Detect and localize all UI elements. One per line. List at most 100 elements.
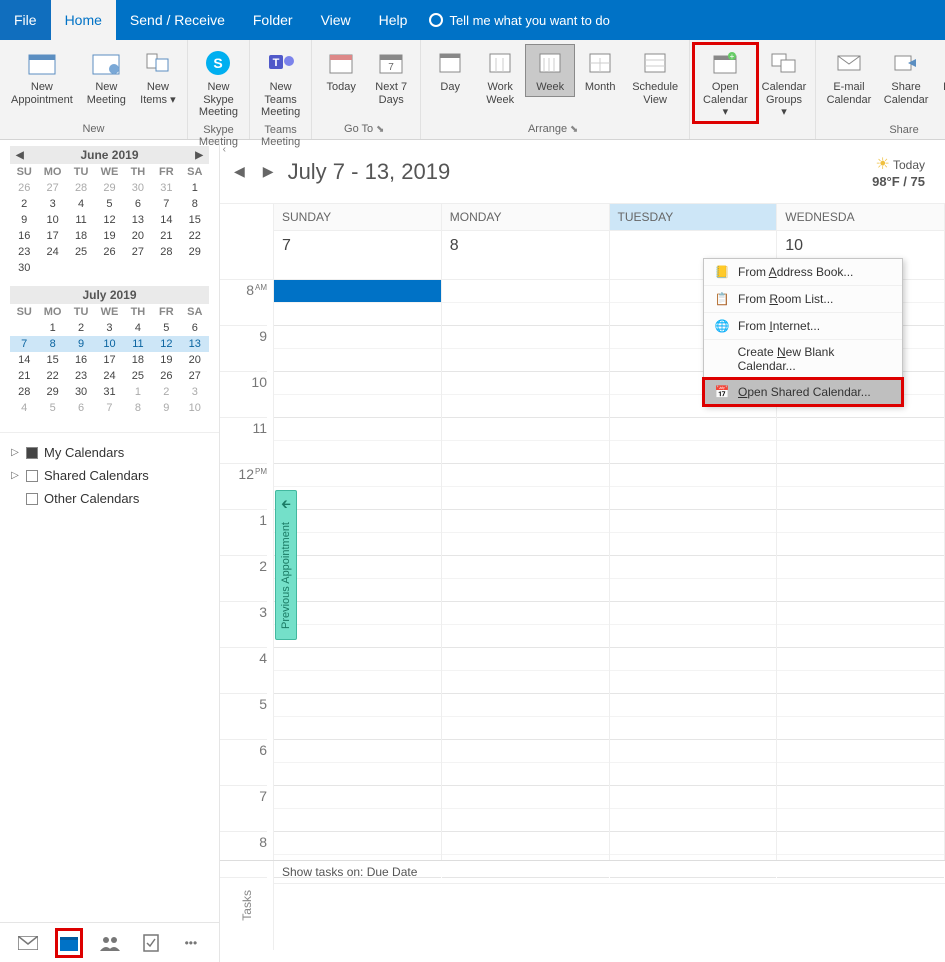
mini-day[interactable]: 26 xyxy=(152,368,180,384)
mini-day[interactable]: 15 xyxy=(38,352,66,368)
mini-day[interactable]: 2 xyxy=(67,320,95,336)
new-teams-meeting-button[interactable]: TNew Teams Meeting xyxy=(254,44,307,122)
time-slot[interactable] xyxy=(610,464,777,487)
time-slot[interactable] xyxy=(274,648,441,671)
mini-day[interactable]: 3 xyxy=(95,320,123,336)
time-slot[interactable] xyxy=(777,579,944,602)
mini-day[interactable]: 3 xyxy=(38,196,66,212)
time-slot[interactable] xyxy=(610,556,777,579)
mini-day[interactable]: 23 xyxy=(67,368,95,384)
mini-day[interactable]: 9 xyxy=(10,212,38,228)
next-month-icon[interactable]: ▶ xyxy=(193,150,205,161)
prev-month-icon[interactable]: ◀ xyxy=(14,150,26,161)
mini-day[interactable]: 6 xyxy=(124,196,152,212)
mini-day[interactable] xyxy=(38,260,66,276)
time-slot[interactable] xyxy=(274,510,441,533)
publish-online-button[interactable]: Publish Online ▾ xyxy=(935,44,945,122)
mini-day[interactable]: 27 xyxy=(124,244,152,260)
time-slot[interactable] xyxy=(777,648,944,671)
mini-day[interactable]: 7 xyxy=(95,400,123,416)
time-slot[interactable] xyxy=(610,510,777,533)
time-slot[interactable] xyxy=(274,280,441,303)
time-slot[interactable] xyxy=(610,441,777,464)
mini-day[interactable]: 28 xyxy=(152,244,180,260)
mini-day[interactable] xyxy=(124,260,152,276)
time-slot[interactable] xyxy=(610,740,777,763)
time-slot[interactable] xyxy=(274,395,441,418)
time-slot[interactable] xyxy=(442,579,609,602)
time-slot[interactable] xyxy=(777,740,944,763)
tab-file[interactable]: File xyxy=(0,0,51,40)
time-slot[interactable] xyxy=(274,717,441,740)
mini-day[interactable]: 7 xyxy=(152,196,180,212)
mini-day[interactable]: 21 xyxy=(152,228,180,244)
mini-day[interactable]: 29 xyxy=(38,384,66,400)
time-slot[interactable] xyxy=(442,625,609,648)
mini-day[interactable]: 12 xyxy=(152,336,180,352)
time-slot[interactable] xyxy=(777,832,944,855)
mini-day[interactable]: 10 xyxy=(181,400,209,416)
time-slot[interactable] xyxy=(610,809,777,832)
mini-day[interactable] xyxy=(67,260,95,276)
time-slot[interactable] xyxy=(274,763,441,786)
mini-day[interactable]: 13 xyxy=(124,212,152,228)
mini-day[interactable]: 30 xyxy=(67,384,95,400)
time-slot[interactable] xyxy=(442,487,609,510)
week-view-button[interactable]: Week xyxy=(525,44,575,97)
mini-day[interactable]: 11 xyxy=(124,336,152,352)
my-calendars-folder[interactable]: ▷My Calendars xyxy=(10,441,209,464)
time-slot[interactable] xyxy=(442,786,609,809)
time-slot[interactable] xyxy=(274,418,441,441)
mini-day[interactable]: 5 xyxy=(152,320,180,336)
mini-day[interactable]: 28 xyxy=(10,384,38,400)
time-slot[interactable] xyxy=(274,602,441,625)
time-slot[interactable] xyxy=(274,832,441,855)
time-slot[interactable] xyxy=(442,556,609,579)
time-slot[interactable] xyxy=(610,625,777,648)
time-slot[interactable] xyxy=(777,694,944,717)
mini-day[interactable]: 8 xyxy=(124,400,152,416)
schedule-view-button[interactable]: Schedule View xyxy=(625,44,685,109)
time-slot[interactable] xyxy=(777,464,944,487)
time-slot[interactable] xyxy=(442,441,609,464)
mini-day[interactable]: 21 xyxy=(10,368,38,384)
mini-day[interactable]: 27 xyxy=(181,368,209,384)
time-slot[interactable] xyxy=(442,671,609,694)
goto-dialog-launcher[interactable]: ⬊ xyxy=(373,124,388,137)
time-slot[interactable] xyxy=(610,487,777,510)
time-slot[interactable] xyxy=(777,763,944,786)
mini-day[interactable]: 19 xyxy=(152,352,180,368)
mini-day[interactable] xyxy=(181,260,209,276)
weather-widget[interactable]: ☀ Today 98°F / 75 xyxy=(872,154,935,189)
checkbox-icon[interactable] xyxy=(26,470,38,482)
mini-day[interactable]: 27 xyxy=(38,180,66,196)
mini-day[interactable]: 31 xyxy=(95,384,123,400)
time-slot[interactable] xyxy=(442,648,609,671)
mini-day[interactable]: 29 xyxy=(95,180,123,196)
prev-week-button[interactable]: ◀ xyxy=(230,163,249,180)
time-slot[interactable] xyxy=(274,671,441,694)
mini-day[interactable]: 18 xyxy=(124,352,152,368)
calendar-nav-icon[interactable] xyxy=(58,931,80,955)
workweek-view-button[interactable]: Work Week xyxy=(475,44,525,109)
time-slot[interactable] xyxy=(442,372,609,395)
tab-view[interactable]: View xyxy=(307,0,365,40)
tab-help[interactable]: Help xyxy=(365,0,422,40)
from-room-list-item[interactable]: 📋From Room List... xyxy=(704,286,902,313)
shared-calendars-folder[interactable]: ▷Shared Calendars xyxy=(10,464,209,487)
mini-day[interactable] xyxy=(10,320,38,336)
day-view-button[interactable]: Day xyxy=(425,44,475,97)
checkbox-icon[interactable] xyxy=(26,493,38,505)
time-slot[interactable] xyxy=(777,602,944,625)
mini-day[interactable]: 6 xyxy=(67,400,95,416)
open-shared-calendar-item[interactable]: 📅Open Shared Calendar... xyxy=(704,379,902,405)
time-slot[interactable] xyxy=(442,809,609,832)
new-appointment-button[interactable]: New Appointment xyxy=(4,44,80,109)
share-calendar-button[interactable]: Share Calendar xyxy=(878,44,935,109)
month-view-button[interactable]: Month xyxy=(575,44,625,97)
open-calendar-button[interactable]: +Open Calendar ▾ xyxy=(694,44,757,122)
time-slot[interactable] xyxy=(442,418,609,441)
mini-day[interactable]: 7 xyxy=(10,336,38,352)
time-slot[interactable] xyxy=(610,579,777,602)
mini-day[interactable]: 4 xyxy=(124,320,152,336)
